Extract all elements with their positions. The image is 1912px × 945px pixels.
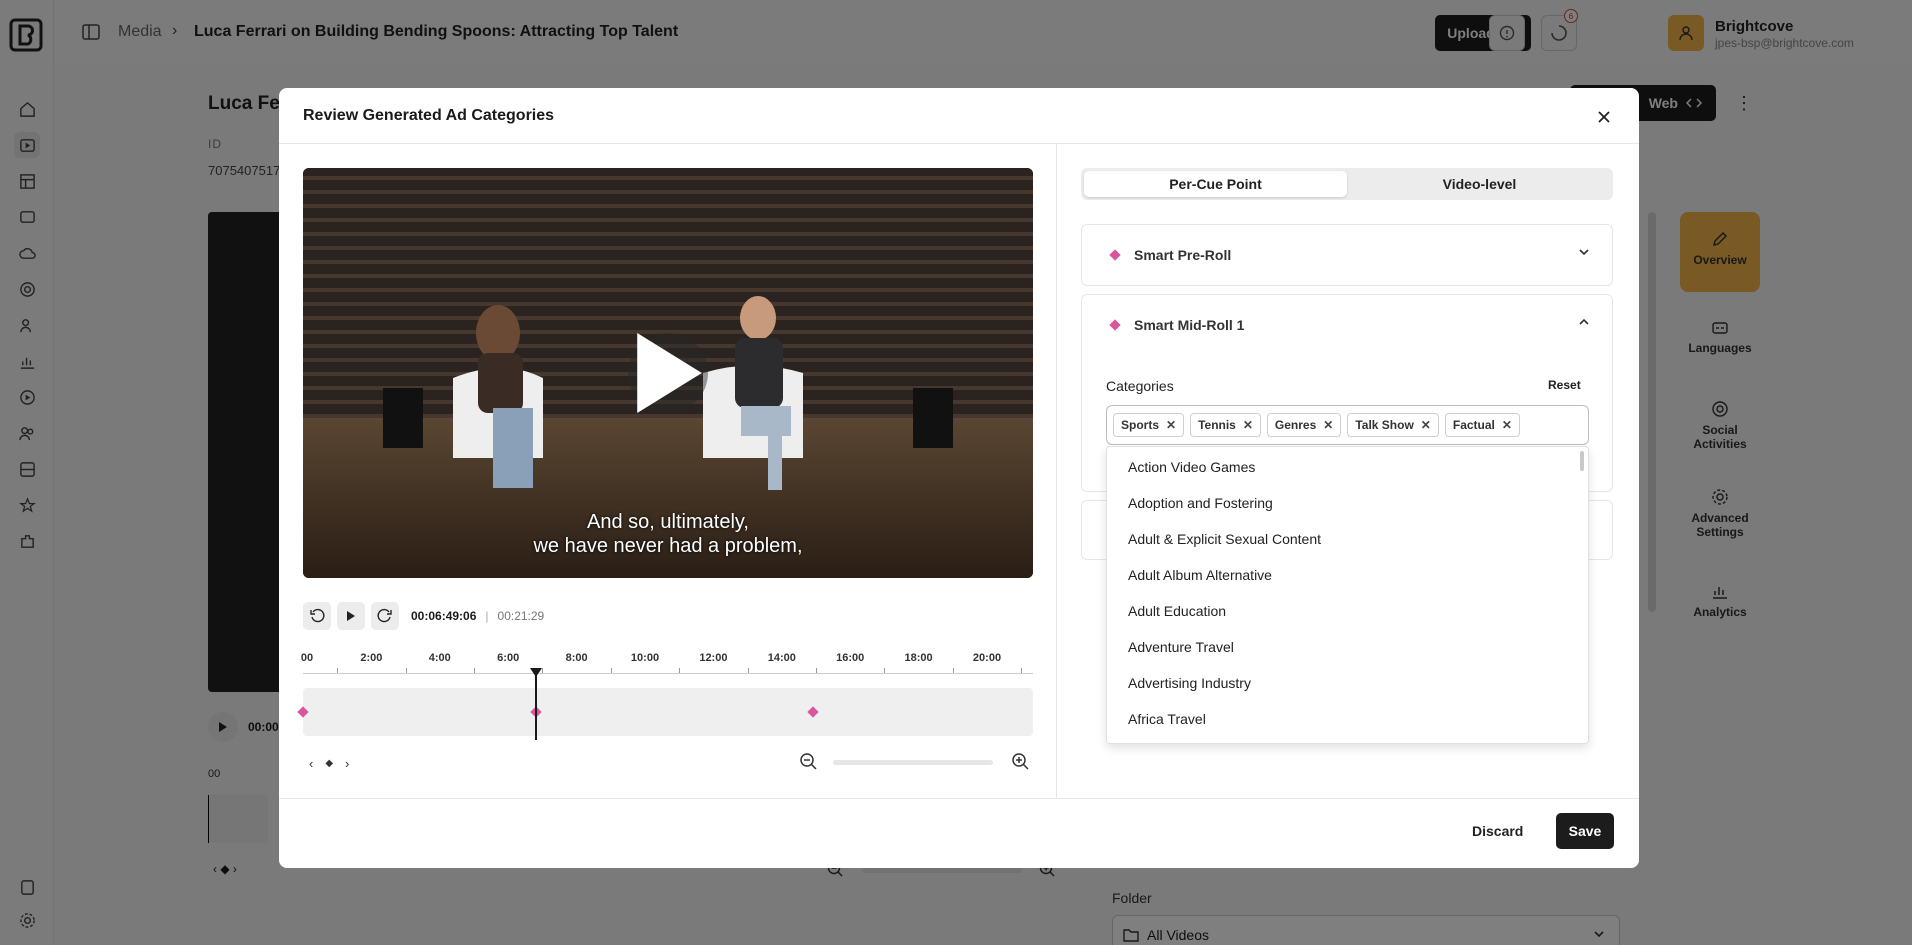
timeline-tick-label: 8:00	[565, 652, 588, 664]
next-cue-icon[interactable]: ›	[345, 756, 349, 771]
cue-navigation: ‹ ◆ ›	[309, 756, 349, 771]
section-smart-pre-roll: Smart Pre-Roll	[1081, 224, 1613, 286]
duration: 00:21:29	[497, 609, 545, 623]
tab-video-level[interactable]: Video-level	[1348, 171, 1611, 197]
forward-button[interactable]	[371, 602, 399, 630]
timeline-minor-tick	[474, 668, 475, 673]
timeline-minor-tick	[610, 668, 612, 673]
timeline-tick-label: 4:00	[428, 652, 451, 664]
category-chip: Genres ✕	[1266, 413, 1342, 437]
section-header-mid-roll-1[interactable]: Smart Mid-Roll 1	[1082, 295, 1612, 355]
video-pane: And so, ultimately, we have never had a …	[279, 144, 1057, 798]
zoom-in-icon[interactable]	[1010, 751, 1030, 771]
timeline-tick-label: 14:00	[767, 652, 796, 664]
chevron-down-icon	[1579, 249, 1589, 256]
category-chip: Talk Show ✕	[1347, 413, 1439, 437]
dropdown-option[interactable]: Action Video Games	[1128, 459, 1255, 475]
remove-chip-icon[interactable]: ✕	[1166, 418, 1176, 432]
rewind-icon	[310, 608, 325, 623]
remove-chip-icon[interactable]: ✕	[1421, 418, 1431, 432]
chip-label: Tennis	[1198, 418, 1236, 432]
section-label-pre-roll: Smart Pre-Roll	[1134, 247, 1232, 263]
timeline-minor-tick	[542, 668, 544, 673]
category-chip: Tennis ✕	[1190, 413, 1261, 437]
category-chip: Sports ✕	[1113, 413, 1185, 437]
playhead-handle[interactable]	[530, 668, 543, 677]
chevron-up-icon	[1579, 318, 1589, 325]
chip-label: Sports	[1121, 418, 1160, 432]
categories-input[interactable]: Sports ✕ Tennis ✕ Genres ✕ Talk Show ✕ Factu…	[1106, 405, 1589, 445]
timeline-tick-label: 12:00	[699, 652, 728, 664]
timeline-minor-tick	[952, 668, 954, 673]
modal-footer: Discard Save	[279, 798, 1639, 868]
modal-header: Review Generated Ad Categories	[279, 88, 1639, 144]
subtitle-caption: And so, ultimately, we have never had a …	[303, 510, 1033, 558]
subtitle-line-2: we have never had a problem,	[533, 535, 803, 557]
dropdown-option[interactable]: Africa Travel	[1128, 711, 1206, 727]
discard-button[interactable]: Discard	[1472, 823, 1523, 839]
timeline-tick-label: 16:00	[836, 652, 865, 664]
timeline-minor-tick	[405, 668, 407, 673]
timeline-minor-tick	[816, 668, 817, 673]
timeline-tick-label: 2:00	[360, 652, 383, 664]
chip-label: Genres	[1274, 418, 1317, 432]
dropdown-option[interactable]: Advertising Industry	[1128, 675, 1251, 691]
chip-label: Factual	[1452, 418, 1495, 432]
remove-chip-icon[interactable]: ✕	[1323, 418, 1333, 432]
forward-icon	[377, 608, 392, 623]
category-chip: Factual ✕	[1444, 413, 1520, 437]
dropdown-option[interactable]: Adult & Explicit Sexual Content	[1128, 531, 1321, 547]
cue-point-marker[interactable]	[806, 706, 819, 718]
review-ad-categories-modal: Review Generated Ad Categories And so, u…	[279, 88, 1639, 868]
video-player[interactable]: And so, ultimately, we have never had a …	[303, 168, 1033, 578]
timeline-minor-tick	[679, 668, 681, 673]
subtitle-line-1: And so, ultimately,	[587, 511, 749, 533]
big-play-button[interactable]	[628, 333, 708, 413]
prev-cue-icon[interactable]: ‹	[309, 756, 313, 771]
dropdown-option[interactable]: Adult Album Alternative	[1128, 567, 1272, 583]
play-icon	[347, 611, 355, 621]
remove-chip-icon[interactable]: ✕	[1243, 418, 1253, 432]
timeline-minor-tick	[884, 668, 886, 673]
remove-chip-icon[interactable]: ✕	[1502, 418, 1512, 432]
dropdown-option[interactable]: Adoption and Fostering	[1128, 495, 1273, 511]
timeline-tick-label: 6:00	[497, 652, 520, 664]
reset-button[interactable]: Reset	[1548, 378, 1581, 392]
timeline-minor-tick	[337, 668, 339, 673]
timeline-minor-tick	[1021, 668, 1023, 673]
save-button[interactable]: Save	[1556, 813, 1614, 849]
current-time: 00:06:49:06	[411, 609, 477, 623]
playhead[interactable]	[535, 672, 538, 740]
player-controls: 00:06:49:06 | 00:21:29	[303, 602, 544, 630]
cue-point-marker[interactable]	[297, 706, 309, 718]
timeline-minor-tick	[747, 668, 749, 673]
zoom-out-icon[interactable]	[798, 751, 818, 771]
cue-point-track[interactable]	[297, 688, 1033, 736]
timeline-tick-label: 00	[300, 652, 314, 664]
categories-label: Categories	[1106, 378, 1174, 394]
timeline-tick-label: 20:00	[972, 652, 1002, 664]
play-button[interactable]	[337, 602, 365, 630]
section-label-mid-roll-1: Smart Mid-Roll 1	[1134, 317, 1245, 333]
cue-diamond-icon	[1109, 249, 1121, 261]
cue-diamond-icon	[1109, 319, 1121, 331]
section-header-pre-roll[interactable]: Smart Pre-Roll	[1082, 225, 1612, 285]
modal-title: Review Generated Ad Categories	[303, 107, 555, 124]
time-separator: |	[485, 609, 489, 623]
dropdown-option[interactable]: Adventure Travel	[1128, 639, 1234, 655]
categories-dropdown: Action Video Games Adoption and Fosterin…	[1106, 446, 1589, 744]
view-segmented-control: Per-Cue Point Video-level	[1081, 168, 1613, 200]
timeline-tick-label: 18:00	[904, 652, 933, 664]
chip-label: Talk Show	[1355, 418, 1414, 432]
close-button[interactable]	[1593, 106, 1615, 128]
timeline-tick-label: 10:00	[630, 652, 660, 664]
dropdown-scrollbar[interactable]	[1580, 451, 1584, 471]
timeline-ruler[interactable]: 00 2:00 4:00 6:00 8:00 10:00 12:00 14:00 16:00 18…	[300, 652, 1033, 674]
rewind-button[interactable]	[303, 602, 331, 630]
cue-diamond-icon[interactable]: ◆	[325, 758, 333, 769]
close-icon	[1598, 111, 1610, 123]
dropdown-option[interactable]: Adult Education	[1128, 603, 1226, 619]
tab-per-cue-point[interactable]: Per-Cue Point	[1084, 171, 1347, 197]
zoom-slider[interactable]	[833, 760, 993, 765]
